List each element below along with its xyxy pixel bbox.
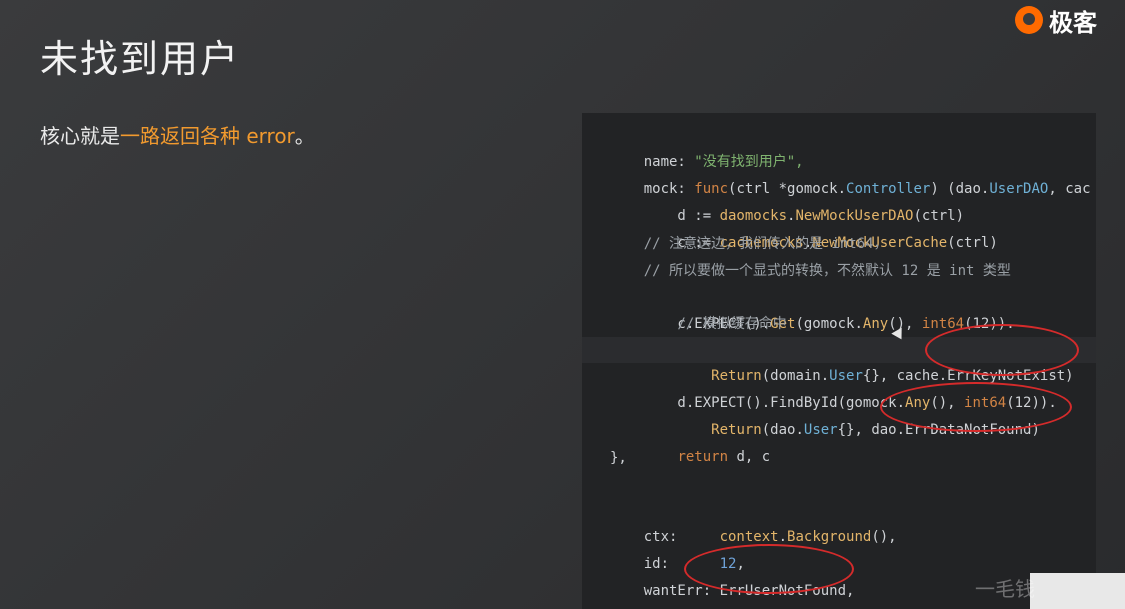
code-panel: name: "没有找到用户", mock: func(ctrl *gomock.… <box>582 113 1096 609</box>
logo-text: 极客 <box>1049 8 1097 37</box>
code-line-d: d := daomocks.NewMockUserDAO(ctrl) <box>582 177 1096 224</box>
code-comment: // 模拟缓存命中 <box>610 316 787 332</box>
watermark-text: 一毛钱 <box>975 577 1035 601</box>
code-comment: // 注意这边，我们传入的是 int64， <box>610 236 888 252</box>
code-comment: // 所以要做一个显式的转换，不然默认 12 是 int 类型 <box>610 263 1011 279</box>
slide-title: 未找到用户 <box>40 37 241 81</box>
slide-description: 核心就是一路返回各种 error。 <box>40 120 315 149</box>
code-line-dao-return: Return(dao.User{}, dao.ErrDataNotFound) <box>582 391 1096 438</box>
desc-suffix: 。 <box>294 124 315 148</box>
code-token: ErrUserNotFound <box>719 583 847 599</box>
code-line-mock: mock: func(ctrl *gomock.Controller) (dao… <box>582 150 1096 197</box>
code-token: , <box>846 583 855 599</box>
code-line-cache-expect: c.EXPECT().Get(gomock.Any(), int64(12)). <box>582 285 1096 332</box>
code-line-c: c := cachemocks.NewMockUserCache(ctrl) <box>582 204 1096 251</box>
code-line-return: return d, c <box>582 418 1096 465</box>
code-line-ctx: ctx: context.Background(), <box>582 498 1096 545</box>
code-line-name: name: "没有找到用户", <box>582 123 1096 170</box>
code-line-cache-return: Return(domain.User{}, cache.ErrKeyNotExi… <box>582 337 1096 384</box>
code-line-dao-expect: d.EXPECT().FindById(gomock.Any(), int64(… <box>582 364 1096 411</box>
desc-prefix: 核心就是 <box>40 124 120 148</box>
code-line-id: id: 12, <box>582 525 1096 572</box>
desc-highlight: 一路返回各种 error <box>120 124 295 148</box>
video-overlay: 一毛钱 <box>975 573 1125 609</box>
code-token: wantErr: <box>643 583 720 599</box>
code-line-close: }, <box>610 450 627 466</box>
logo-icon <box>1015 6 1043 34</box>
brand-logo: 极客 <box>1015 0 1125 40</box>
